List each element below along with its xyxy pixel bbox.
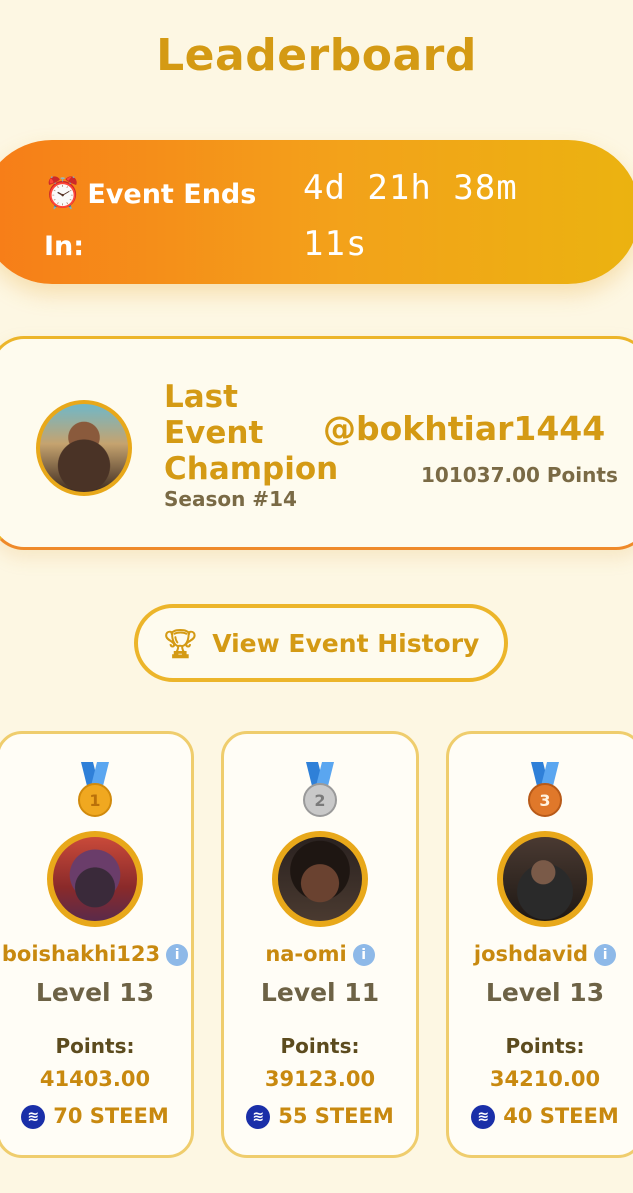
champion-season: Season #14 [164,487,297,511]
silver-medal-icon: 2 [303,762,337,817]
leader-card-1[interactable]: 1 boishakhi123 i Level 13 Points: 41403.0… [0,731,194,1158]
svg-text:2: 2 [314,791,325,810]
steem-icon [21,1105,46,1129]
champion-username[interactable]: @bokhtiar1444 [323,409,605,448]
points-label: Points: [280,1034,360,1058]
champion-heading: Last Event Champion [164,379,339,487]
event-countdown-banner: ⏰ Event Ends In: 4d 21h 38m 11s [0,140,633,284]
user-avatar [272,831,368,927]
svg-text:1: 1 [89,791,100,810]
leader-username[interactable]: joshdavid i [449,942,633,966]
view-event-history-button[interactable]: 🏆︎ View Event History [134,604,508,682]
leader-points: 41403.00 [39,1067,151,1091]
steem-icon [246,1105,271,1129]
leader-card-2[interactable]: 2 na-omii Level 11 Points: 39123.00 55 S… [221,731,419,1158]
svg-text:3: 3 [539,791,550,810]
steem-icon [471,1105,496,1129]
countdown-timer: 4d 21h 38m 11s [303,168,518,264]
leader-level: Level 13 [35,978,155,1007]
info-icon[interactable]: i [352,944,375,966]
leader-username[interactable]: boishakhi123 i [0,942,191,966]
page-title: Leaderboard [156,30,477,81]
trophy-icon: 🏆︎ [162,626,199,660]
leader-level: Level 11 [260,978,380,1007]
info-icon[interactable]: i [166,944,189,966]
champion-avatar [36,400,132,496]
points-label: Points: [55,1034,135,1058]
leader-level: Level 13 [485,978,605,1007]
countdown-label: ⏰ Event Ends In: [44,176,257,262]
leader-reward: 40 STEEM [449,1104,633,1129]
bronze-medal-icon: 3 [528,762,562,817]
leader-reward: 55 STEEM [224,1104,416,1129]
user-avatar [47,831,143,927]
champion-points: 101037.00 Points [421,463,618,487]
leader-username[interactable]: na-omi i [224,942,416,966]
leader-card-3[interactable]: 3 joshdavidi Level 13 Points: 34210.00 4… [446,731,633,1158]
info-icon[interactable]: i [594,944,617,966]
alarm-clock-icon: ⏰ [44,176,82,211]
gold-medal-icon: 1 [78,762,112,817]
leader-reward: 70 STEEM [0,1104,191,1129]
points-label: Points: [505,1034,585,1058]
user-avatar [497,831,593,927]
last-champion-card: Last Event Champion Season #14 @bokhtiar… [0,336,633,550]
leader-points: 34210.00 [489,1067,601,1091]
leader-points: 39123.00 [264,1067,376,1091]
